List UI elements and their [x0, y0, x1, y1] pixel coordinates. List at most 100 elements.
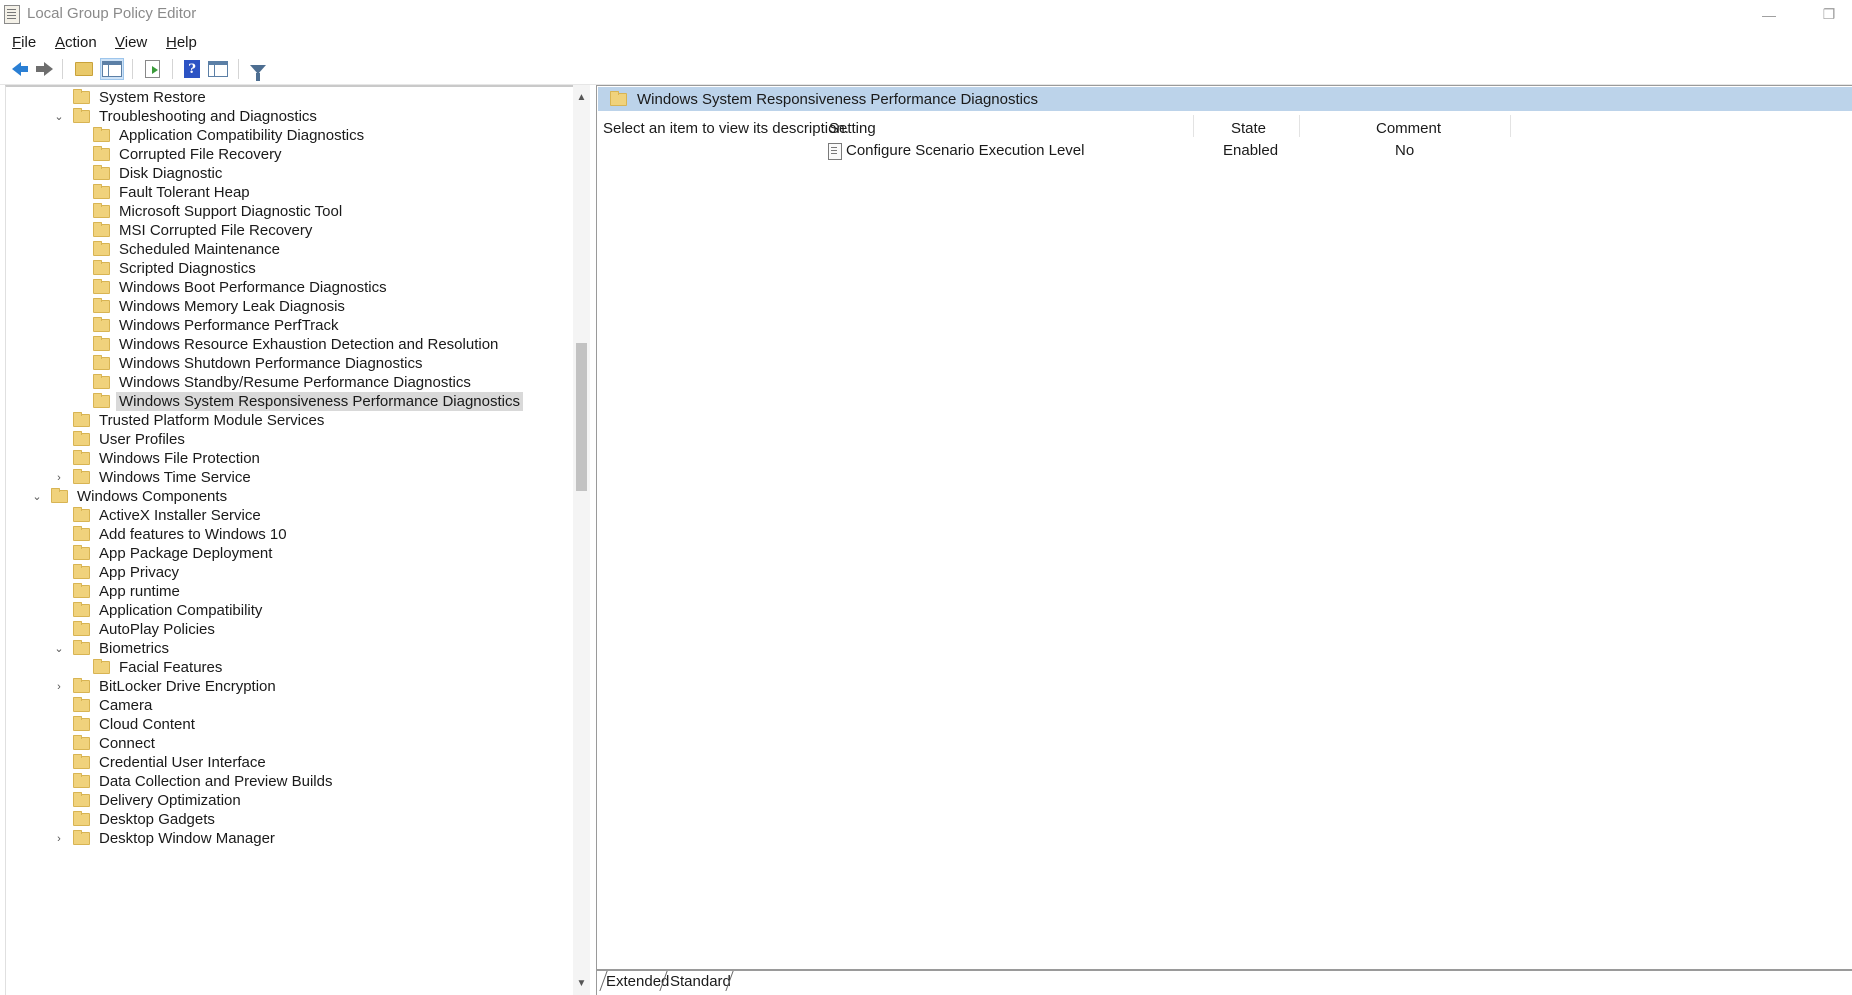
- back-button[interactable]: [4, 58, 28, 80]
- scrollbar-thumb[interactable]: [576, 343, 587, 491]
- folder-icon: [93, 355, 110, 370]
- up-one-level-button[interactable]: [72, 58, 96, 80]
- tree-item[interactable]: Microsoft Support Diagnostic Tool: [73, 202, 345, 221]
- tree-item[interactable]: Cloud Content: [53, 715, 198, 734]
- folder-icon: [73, 469, 90, 484]
- toolbar-separator: [172, 59, 173, 79]
- folder-icon: [93, 298, 110, 313]
- tree-item[interactable]: ⌄ Windows Components: [31, 487, 230, 506]
- tree-item-label: Windows Boot Performance Diagnostics: [119, 279, 387, 296]
- show-hide-action-pane-button[interactable]: [206, 58, 230, 80]
- tree-item[interactable]: Application Compatibility Diagnostics: [73, 126, 367, 145]
- tree-item-label: Biometrics: [99, 640, 170, 657]
- tree-item[interactable]: Connect: [53, 734, 158, 753]
- tree-item[interactable]: Windows Shutdown Performance Diagnostics: [73, 354, 425, 373]
- filter-button[interactable]: [246, 58, 270, 81]
- tree-item[interactable]: ActiveX Installer Service: [53, 506, 264, 525]
- tree-item[interactable]: Corrupted File Recovery: [73, 145, 285, 164]
- tree-item-label: App Package Deployment: [99, 545, 273, 562]
- tree-item[interactable]: User Profiles: [53, 430, 188, 449]
- folder-icon: [93, 279, 110, 294]
- column-divider[interactable]: [1299, 115, 1300, 137]
- menu-action[interactable]: Action: [55, 34, 97, 51]
- tree-item[interactable]: App runtime: [53, 582, 183, 601]
- tree-item[interactable]: App Privacy: [53, 563, 182, 582]
- tree-item-label: Disk Diagnostic: [119, 165, 223, 182]
- tree-item[interactable]: ⌄ Biometrics: [53, 639, 172, 658]
- tree-item[interactable]: Windows Memory Leak Diagnosis: [73, 297, 348, 316]
- tree-item[interactable]: Disk Diagnostic: [73, 164, 225, 183]
- tree-item[interactable]: Add features to Windows 10: [53, 525, 290, 544]
- tree-item[interactable]: MSI Corrupted File Recovery: [73, 221, 315, 240]
- expand-chevron-right-icon[interactable]: ›: [53, 681, 65, 693]
- tree-item[interactable]: › Desktop Window Manager: [53, 829, 278, 848]
- tab-standard[interactable]: Standard: [670, 973, 731, 990]
- folder-icon: [93, 222, 110, 237]
- tree-item[interactable]: Windows Standby/Resume Performance Diagn…: [73, 373, 474, 392]
- view-tabs: Extended Standard: [597, 969, 1852, 995]
- tree-item[interactable]: Facial Features: [73, 658, 225, 677]
- column-header-state[interactable]: State: [1231, 120, 1266, 137]
- tree-item[interactable]: Trusted Platform Module Services: [53, 411, 327, 430]
- expand-chevron-down-icon[interactable]: ⌄: [31, 490, 43, 503]
- column-header-comment[interactable]: Comment: [1376, 120, 1441, 137]
- tree-item[interactable]: Windows Performance PerfTrack: [73, 316, 342, 335]
- tree-item-label: Scripted Diagnostics: [119, 260, 256, 277]
- setting-state-cell[interactable]: Enabled: [1223, 142, 1278, 159]
- console-tree[interactable]: System Restore ⌄ Troubleshooting and Diagn…: [5, 85, 575, 995]
- setting-name-cell[interactable]: Configure Scenario Execution Level: [846, 142, 1084, 159]
- tree-item[interactable]: Scripted Diagnostics: [73, 259, 259, 278]
- tree-item[interactable]: App Package Deployment: [53, 544, 275, 563]
- column-header-setting[interactable]: Setting: [829, 120, 876, 137]
- menu-file[interactable]: File: [12, 34, 36, 51]
- column-divider[interactable]: [1510, 115, 1511, 137]
- menu-view[interactable]: View: [115, 34, 147, 51]
- tree-item[interactable]: Windows System Responsiveness Performanc…: [73, 392, 523, 411]
- tree-item[interactable]: Scheduled Maintenance: [73, 240, 283, 259]
- tree-scrollbar[interactable]: ▲ ▼: [573, 85, 590, 995]
- folder-icon: [73, 412, 90, 427]
- folder-icon: [51, 488, 68, 503]
- expand-chevron-down-icon[interactable]: ⌄: [53, 642, 65, 655]
- tree-item[interactable]: ⌄ Troubleshooting and Diagnostics: [53, 107, 320, 126]
- tree-item[interactable]: System Restore: [53, 88, 209, 107]
- tree-item-label: Add features to Windows 10: [99, 526, 287, 543]
- tree-item[interactable]: Credential User Interface: [53, 753, 269, 772]
- tree-item-label: Windows Memory Leak Diagnosis: [119, 298, 345, 315]
- tree-item[interactable]: Windows Boot Performance Diagnostics: [73, 278, 390, 297]
- expand-chevron-right-icon[interactable]: ›: [53, 833, 65, 845]
- tree-item-label: Connect: [99, 735, 155, 752]
- tree-item[interactable]: Data Collection and Preview Builds: [53, 772, 335, 791]
- forward-button[interactable]: [32, 58, 56, 80]
- scroll-up-icon[interactable]: ▲: [573, 89, 590, 106]
- tree-item[interactable]: Desktop Gadgets: [53, 810, 218, 829]
- tree-item-label: App runtime: [99, 583, 180, 600]
- tree-item-label: Corrupted File Recovery: [119, 146, 282, 163]
- help-button[interactable]: ?: [180, 58, 204, 80]
- tree-item[interactable]: Windows Resource Exhaustion Detection an…: [73, 335, 501, 354]
- tree-item[interactable]: Fault Tolerant Heap: [73, 183, 253, 202]
- expand-chevron-right-icon[interactable]: ›: [53, 472, 65, 484]
- tree-item-label: Desktop Gadgets: [99, 811, 215, 828]
- tree-item[interactable]: Delivery Optimization: [53, 791, 244, 810]
- tree-item-label: System Restore: [99, 89, 206, 106]
- tree-item[interactable]: Windows File Protection: [53, 449, 263, 468]
- scroll-down-icon[interactable]: ▼: [573, 975, 590, 992]
- column-divider[interactable]: [1193, 115, 1194, 137]
- folder-icon: [93, 336, 110, 351]
- tree-item[interactable]: › BitLocker Drive Encryption: [53, 677, 279, 696]
- export-list-button[interactable]: [140, 58, 164, 80]
- setting-comment-cell[interactable]: No: [1395, 142, 1414, 159]
- restore-button[interactable]: ❐: [1806, 0, 1852, 29]
- tree-item[interactable]: Application Compatibility: [53, 601, 265, 620]
- tree-item[interactable]: AutoPlay Policies: [53, 620, 218, 639]
- toolbar-separator: [62, 59, 63, 79]
- minimize-button[interactable]: —: [1746, 0, 1792, 29]
- menu-help[interactable]: Help: [166, 34, 197, 51]
- tree-item[interactable]: Camera: [53, 696, 155, 715]
- tree-item[interactable]: › Windows Time Service: [53, 468, 254, 487]
- show-hide-console-tree-button[interactable]: [100, 58, 124, 80]
- forward-arrow-icon: [35, 62, 53, 76]
- expand-chevron-down-icon[interactable]: ⌄: [53, 110, 65, 123]
- restore-icon: ❐: [1822, 6, 1836, 22]
